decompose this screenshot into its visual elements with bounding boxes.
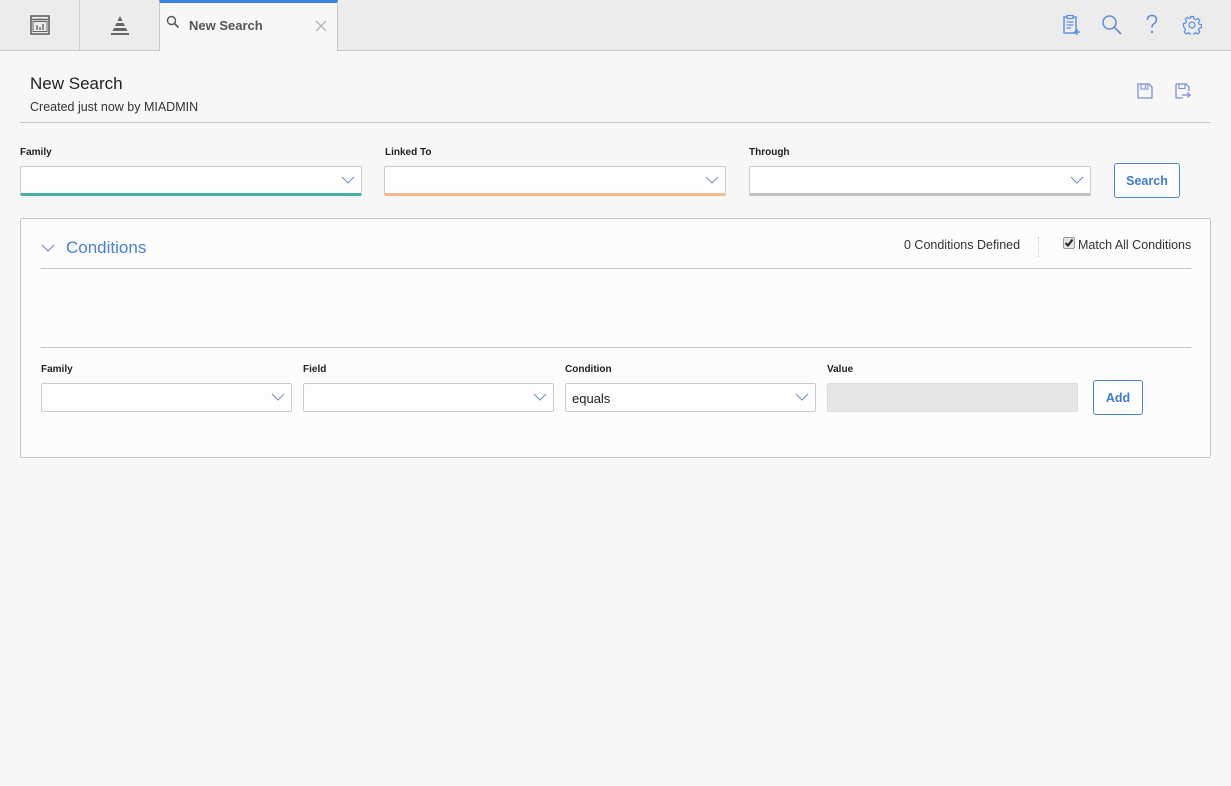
help-button[interactable] [1141,14,1163,36]
family-label: Family [20,147,52,158]
search-icon [166,15,180,29]
cond-field-label: Field [303,364,327,375]
header-divider [20,122,1211,123]
top-bar: New Search [0,0,1231,51]
new-document-button[interactable] [1060,14,1082,36]
cond-condition-select[interactable]: equals [565,383,816,412]
search-icon [1102,15,1122,35]
close-icon[interactable] [315,20,327,32]
settings-button[interactable] [1181,14,1203,36]
page-title: New Search [30,74,123,93]
dashboard-nav-button[interactable] [0,0,80,50]
cond-value-input [827,383,1078,412]
conditions-panel: Conditions 0 Conditions Defined Match Al… [20,218,1211,458]
checkmark-icon [1064,238,1074,248]
conditions-title[interactable]: Conditions [66,238,146,258]
conditions-divider-top [41,268,1191,269]
linked-to-label: Linked To [385,147,432,158]
pyramid-icon [110,16,129,35]
separator [1038,237,1039,257]
save-icon[interactable] [1136,82,1154,100]
cond-family-label: Family [41,364,73,375]
collapse-chevron-icon[interactable] [41,243,55,253]
cond-field-select[interactable] [303,383,554,412]
through-select[interactable] [749,166,1091,196]
global-search-button[interactable] [1101,14,1123,36]
match-all-label[interactable]: Match All Conditions [1078,238,1191,252]
through-label: Through [749,147,790,158]
help-icon [1146,14,1158,34]
search-button[interactable]: Search [1114,163,1180,198]
hierarchy-nav-button[interactable] [80,0,160,50]
chevron-down-icon [705,176,719,184]
tab-new-search[interactable]: New Search [159,0,338,51]
conditions-divider-bottom [41,347,1191,348]
cond-condition-label: Condition [565,364,612,375]
gear-icon [1182,15,1202,35]
conditions-count: 0 Conditions Defined [904,238,1021,252]
page-subtitle: Created just now by MIADMIN [30,100,199,114]
new-document-icon [1063,14,1080,35]
cond-condition-value: equals [572,391,611,406]
cond-family-select[interactable] [41,383,292,412]
dashboard-icon [29,15,50,35]
chevron-down-icon [1070,176,1084,184]
family-select[interactable] [20,166,362,196]
save-as-icon[interactable] [1174,82,1192,100]
tab-label: New Search [189,18,263,33]
chevron-down-icon [533,393,547,401]
chevron-down-icon [271,393,285,401]
add-condition-button[interactable]: Add [1093,380,1143,415]
chevron-down-icon [795,393,809,401]
linked-to-select[interactable] [384,166,726,196]
cond-value-label: Value [827,364,854,375]
chevron-down-icon [341,176,355,184]
match-all-checkbox[interactable] [1063,237,1075,249]
